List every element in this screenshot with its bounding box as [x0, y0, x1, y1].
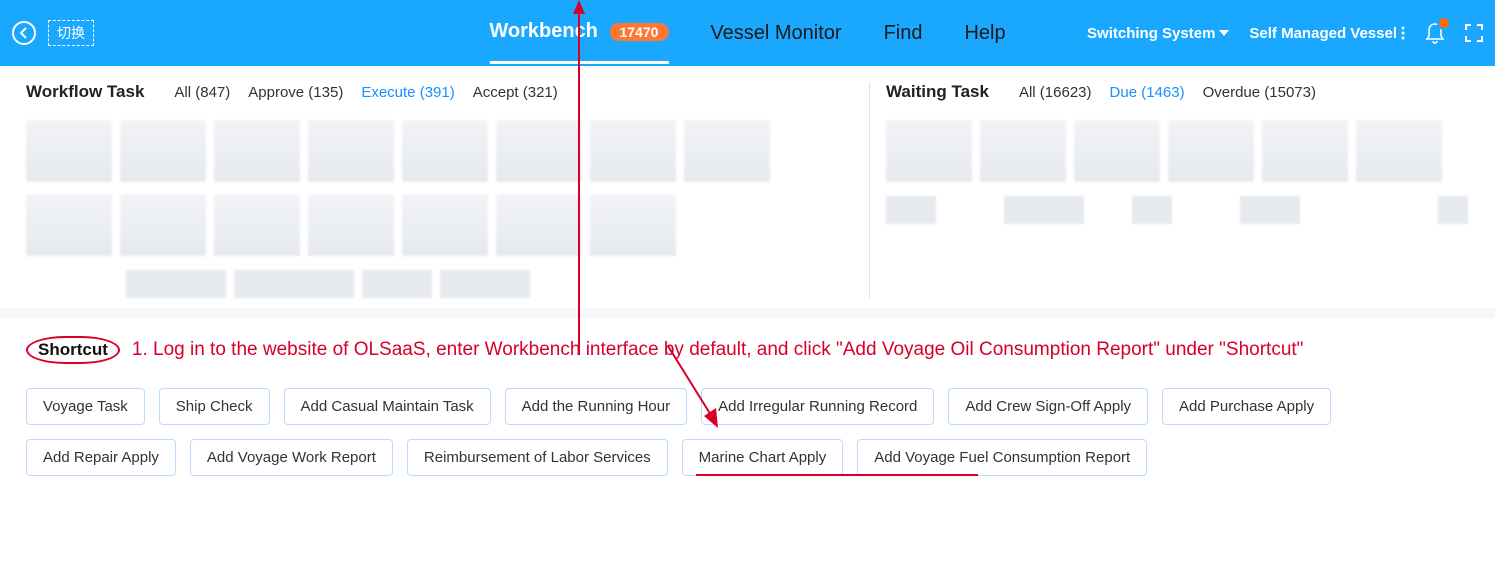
waiting-task-head: Waiting Task All (16623) Due (1463) Over… [886, 82, 1469, 102]
self-managed-vessel-dropdown[interactable]: Self Managed Vessel [1249, 25, 1405, 42]
annotation-underline [696, 474, 978, 476]
back-button[interactable] [12, 21, 36, 45]
workflow-filter-execute[interactable]: Execute (391) [361, 84, 454, 101]
task-card[interactable] [402, 194, 488, 256]
workflow-task-panel: Workflow Task All (847) Approve (135) Ex… [26, 82, 861, 298]
switch-button[interactable]: 切换 [48, 20, 94, 46]
task-card[interactable] [1074, 120, 1160, 182]
shortcut-head: Shortcut 1. Log in to the website of OLS… [26, 336, 1469, 364]
topbar-right: Switching System Self Managed Vessel [1087, 22, 1483, 44]
task-card[interactable] [496, 120, 582, 182]
shortcut-add-voyage-work[interactable]: Add Voyage Work Report [190, 439, 393, 476]
task-card[interactable] [1004, 196, 1084, 224]
task-card[interactable] [590, 194, 676, 256]
task-card[interactable] [1240, 196, 1300, 224]
task-card[interactable] [1356, 120, 1442, 182]
task-card[interactable] [120, 194, 206, 256]
shortcut-voyage-task[interactable]: Voyage Task [26, 388, 145, 425]
shortcut-ship-check[interactable]: Ship Check [159, 388, 270, 425]
self-managed-label: Self Managed Vessel [1249, 25, 1397, 42]
task-card[interactable] [362, 270, 432, 298]
workflow-task-title: Workflow Task [26, 82, 144, 102]
task-card[interactable] [214, 120, 300, 182]
task-card[interactable] [26, 194, 112, 256]
workflow-task-head: Workflow Task All (847) Approve (135) Ex… [26, 82, 841, 102]
task-card[interactable] [1262, 120, 1348, 182]
notifications-button[interactable] [1425, 22, 1445, 44]
arrow-left-icon [18, 27, 30, 39]
task-card[interactable] [308, 120, 394, 182]
shortcut-add-irregular-running[interactable]: Add Irregular Running Record [701, 388, 934, 425]
workbench-badge: 17470 [609, 23, 668, 41]
task-card[interactable] [234, 270, 354, 298]
more-vert-icon [1401, 26, 1405, 40]
task-card[interactable] [1168, 120, 1254, 182]
switching-system-label: Switching System [1087, 25, 1215, 42]
expand-icon [1465, 24, 1483, 42]
nav-vessel-monitor[interactable]: Vessel Monitor [710, 4, 841, 63]
notification-dot [1437, 16, 1451, 30]
waiting-task-title: Waiting Task [886, 82, 989, 102]
shortcut-reimbursement-labor[interactable]: Reimbursement of Labor Services [407, 439, 668, 476]
waiting-filter-due[interactable]: Due (1463) [1110, 84, 1185, 101]
task-card[interactable] [440, 270, 530, 298]
waiting-cards-row1 [886, 120, 1469, 182]
shortcut-buttons: Voyage Task Ship Check Add Casual Mainta… [26, 388, 1469, 476]
task-card[interactable] [308, 194, 394, 256]
workflow-filter-approve[interactable]: Approve (135) [248, 84, 343, 101]
shortcut-add-purchase[interactable]: Add Purchase Apply [1162, 388, 1331, 425]
fullscreen-button[interactable] [1465, 24, 1483, 42]
shortcut-section: Shortcut 1. Log in to the website of OLS… [0, 318, 1495, 516]
task-card[interactable] [1438, 196, 1468, 224]
waiting-filter-overdue[interactable]: Overdue (15073) [1203, 84, 1316, 101]
task-card[interactable] [590, 120, 676, 182]
caret-down-icon [1219, 30, 1229, 36]
switching-system-dropdown[interactable]: Switching System [1087, 25, 1229, 42]
task-card[interactable] [684, 120, 770, 182]
waiting-cards-row2 [886, 196, 1469, 224]
shortcut-add-running-hour[interactable]: Add the Running Hour [505, 388, 687, 425]
shortcut-title: Shortcut [26, 336, 120, 364]
task-card[interactable] [1132, 196, 1172, 224]
task-card[interactable] [886, 120, 972, 182]
task-card[interactable] [402, 120, 488, 182]
workflow-filter-all[interactable]: All (847) [174, 84, 230, 101]
workflow-cards-row1 [26, 120, 841, 182]
panel-divider [869, 82, 870, 298]
workflow-cards-row3 [26, 270, 841, 298]
task-card[interactable] [496, 194, 582, 256]
annotation-instruction-text: 1. Log in to the website of OLSaaS, ente… [132, 339, 1304, 361]
task-card[interactable] [886, 196, 936, 224]
shortcut-add-repair[interactable]: Add Repair Apply [26, 439, 176, 476]
workflow-filter-accept[interactable]: Accept (321) [473, 84, 558, 101]
nav-workbench-label: Workbench [489, 20, 598, 42]
shortcut-marine-chart[interactable]: Marine Chart Apply [682, 439, 844, 476]
shortcut-add-crew-signoff[interactable]: Add Crew Sign-Off Apply [948, 388, 1148, 425]
task-card[interactable] [126, 270, 226, 298]
task-card[interactable] [26, 120, 112, 182]
main-nav: Workbench 17470 Vessel Monitor Find Help [489, 2, 1005, 64]
waiting-filter-all[interactable]: All (16623) [1019, 84, 1092, 101]
topbar: 切换 Workbench 17470 Vessel Monitor Find H… [0, 0, 1495, 66]
shortcut-add-casual-maintain[interactable]: Add Casual Maintain Task [284, 388, 491, 425]
task-card[interactable] [214, 194, 300, 256]
nav-help[interactable]: Help [964, 4, 1005, 63]
waiting-task-panel: Waiting Task All (16623) Due (1463) Over… [878, 82, 1469, 298]
workflow-cards-row2 [26, 194, 841, 256]
task-card[interactable] [980, 120, 1066, 182]
tasks-panel: Workflow Task All (847) Approve (135) Ex… [0, 66, 1495, 318]
nav-find[interactable]: Find [884, 4, 923, 63]
task-card[interactable] [120, 120, 206, 182]
nav-workbench[interactable]: Workbench 17470 [489, 2, 668, 64]
shortcut-add-voyage-fuel[interactable]: Add Voyage Fuel Consumption Report [857, 439, 1147, 476]
